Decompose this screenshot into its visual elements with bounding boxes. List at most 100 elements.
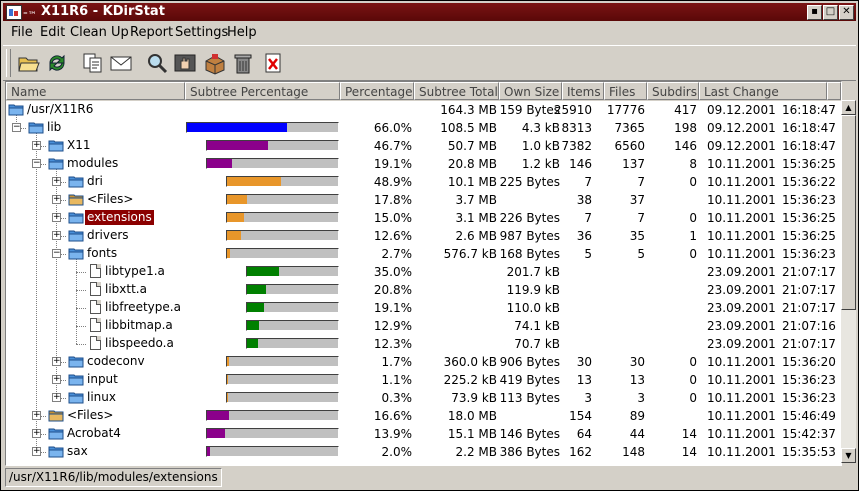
menu-help[interactable]: Help — [227, 25, 257, 40]
tree-row[interactable]: + codeconv 1.7% 360.0 kB 906 Bytes 30 30 0 10.11… — [6, 353, 841, 371]
scroll-up-button[interactable]: ▲ — [841, 100, 856, 115]
menu-cleanup[interactable]: Clean Up — [70, 25, 129, 40]
scroll-down-button[interactable]: ▼ — [841, 448, 856, 463]
expand-icon[interactable]: + — [52, 231, 61, 240]
tree-connector — [76, 308, 86, 309]
mail-icon[interactable] — [109, 51, 133, 75]
menu-settings[interactable]: Settings — [175, 25, 228, 40]
subtree-total-value: 3.1 MB — [455, 211, 497, 225]
item-name[interactable]: libfreetype.a — [103, 300, 183, 315]
item-name[interactable]: extensions — [84, 209, 155, 226]
item-name[interactable]: fonts — [85, 246, 119, 261]
find-icon[interactable] — [145, 51, 169, 75]
collapse-icon[interactable]: − — [52, 249, 61, 258]
open-folder-icon[interactable] — [17, 51, 41, 75]
collapse-icon[interactable]: − — [32, 159, 41, 168]
item-name[interactable]: input — [85, 372, 120, 387]
item-name[interactable]: /usr/X11R6 — [25, 102, 95, 117]
tree-row[interactable]: libtype1.a 35.0% 201.7 kB 23.09.2001 21:07:1… — [6, 263, 841, 281]
expand-icon[interactable]: + — [32, 429, 41, 438]
copy-icon[interactable] — [81, 51, 105, 75]
item-name[interactable]: <Files> — [65, 408, 115, 423]
tree-row[interactable]: − modules 19.1% 20.8 MB 1.2 kB 146 137 8 10.11.2… — [6, 155, 841, 173]
own-size-value: 110.0 kB — [506, 301, 560, 315]
scroll-thumb[interactable] — [841, 115, 856, 310]
app-icon[interactable] — [6, 5, 22, 20]
item-name[interactable]: dri — [85, 174, 105, 189]
tree-row[interactable]: libfreetype.a 19.1% 110.0 kB 23.09.2001 21:0… — [6, 299, 841, 317]
tree-row[interactable]: + dri 48.9% 10.1 MB 225 Bytes 7 7 0 10.11.2001 15… — [6, 173, 841, 191]
tree-row[interactable]: + sax 2.0% 2.2 MB 386 Bytes 162 148 14 10.11.200… — [6, 443, 841, 461]
tree-row[interactable]: /usr/X11R6 164.3 MB 159 Bytes 25910 17776 417… — [6, 101, 841, 119]
col-own-size[interactable]: Own Size — [499, 82, 562, 100]
expand-icon[interactable]: + — [52, 177, 61, 186]
tree-row[interactable]: + linux 0.3% 73.9 kB 113 Bytes 3 3 0 10.11.2001 1… — [6, 389, 841, 407]
tree-row[interactable]: + <Files> 16.6% 18.0 MB 154 89 10.11.2001 15:46… — [6, 407, 841, 425]
directory-tree[interactable]: Name Subtree Percentage Percentage Subtr… — [5, 81, 842, 466]
col-items[interactable]: Items — [562, 82, 604, 100]
item-name[interactable]: libbitmap.a — [103, 318, 175, 333]
item-name[interactable]: <Files> — [85, 192, 135, 207]
expand-icon[interactable]: + — [52, 375, 61, 384]
subtree-percentage-fill — [227, 213, 244, 222]
maximize-button[interactable]: □ — [823, 5, 838, 20]
col-percentage[interactable]: Percentage — [340, 82, 414, 100]
tree-row[interactable]: libxtt.a 20.8% 119.9 kB 23.09.2001 21:07:17 — [6, 281, 841, 299]
col-subtree-total[interactable]: Subtree Total — [414, 82, 499, 100]
expand-icon[interactable]: + — [32, 447, 41, 456]
tree-connector — [76, 326, 86, 327]
item-name[interactable]: sax — [65, 444, 90, 459]
files-folder-icon — [68, 193, 84, 206]
hand-icon[interactable] — [173, 51, 197, 75]
delete-icon[interactable] — [261, 51, 285, 75]
item-name[interactable]: libspeedo.a — [103, 336, 176, 351]
tree-row[interactable]: + drivers 12.6% 2.6 MB 987 Bytes 36 35 1 10.11.2… — [6, 227, 841, 245]
collapse-icon[interactable]: − — [12, 123, 21, 132]
tree-row[interactable]: + extensions 15.0% 3.1 MB 226 Bytes 7 7 0 10.11.… — [6, 209, 841, 227]
tree-row[interactable]: libspeedo.a 12.3% 70.7 kB 23.09.2001 21:07:1… — [6, 335, 841, 353]
package-icon[interactable] — [203, 51, 227, 75]
item-name[interactable]: linux — [85, 390, 118, 405]
col-subdirs[interactable]: Subdirs — [647, 82, 699, 100]
item-name[interactable]: libtype1.a — [103, 264, 167, 279]
item-name[interactable]: drivers — [85, 228, 131, 243]
title-bar[interactable]: ⁼™ X11R6 - KDirStat ▪ □ ✕ — [3, 3, 856, 21]
subtree-percentage-fill — [227, 393, 228, 402]
item-name[interactable]: modules — [65, 156, 120, 171]
item-name[interactable]: lib — [45, 120, 63, 135]
subtree-percentage-bar — [206, 140, 339, 151]
close-button[interactable]: ✕ — [839, 5, 854, 20]
tree-row[interactable]: + input 1.1% 225.2 kB 419 Bytes 13 13 0 10.11.20… — [6, 371, 841, 389]
col-name[interactable]: Name — [6, 82, 185, 100]
minimize-button[interactable]: ▪ — [807, 5, 822, 20]
expand-icon[interactable]: + — [52, 195, 61, 204]
expand-icon[interactable]: + — [32, 411, 41, 420]
menu-file[interactable]: File — [11, 25, 33, 40]
expand-icon[interactable]: + — [32, 141, 41, 150]
subtree-percentage-bar — [246, 320, 339, 331]
item-name[interactable]: X11 — [65, 138, 93, 153]
refresh-icon[interactable] — [45, 51, 69, 75]
col-files[interactable]: Files — [604, 82, 647, 100]
tree-row[interactable]: + Acrobat4 13.9% 15.1 MB 146 Bytes 64 44 14 10.1… — [6, 425, 841, 443]
expand-icon[interactable]: + — [52, 213, 61, 222]
menu-report[interactable]: Report — [130, 25, 173, 40]
trash-icon[interactable] — [231, 51, 255, 75]
item-name[interactable]: Acrobat4 — [65, 426, 123, 441]
tree-row[interactable]: + X11 46.7% 50.7 MB 1.0 kB 7382 6560 146 09.12.2… — [6, 137, 841, 155]
subtree-percentage-fill — [207, 411, 229, 420]
menu-edit[interactable]: Edit — [40, 25, 65, 40]
tree-row[interactable]: − fonts 2.7% 576.7 kB 168 Bytes 5 5 0 10.11.2001… — [6, 245, 841, 263]
item-name[interactable]: codeconv — [85, 354, 147, 369]
tree-row[interactable]: libbitmap.a 12.9% 74.1 kB 23.09.2001 21:07:1… — [6, 317, 841, 335]
expand-icon[interactable]: + — [52, 357, 61, 366]
col-last-change[interactable]: Last Change — [699, 82, 827, 100]
subtree-percentage-fill — [227, 375, 228, 384]
tree-row[interactable]: + <Files> 17.8% 3.7 MB 38 37 10.11.2001 15:36:2… — [6, 191, 841, 209]
col-subtree-percentage[interactable]: Subtree Percentage — [185, 82, 340, 100]
tree-row[interactable]: − lib 66.0% 108.5 MB 4.3 kB 8313 7365 198 09.12.… — [6, 119, 841, 137]
expand-icon[interactable]: + — [52, 393, 61, 402]
toolbar-grip[interactable] — [6, 49, 11, 77]
vertical-scrollbar[interactable]: ▲ ▼ — [841, 100, 856, 463]
item-name[interactable]: libxtt.a — [103, 282, 149, 297]
